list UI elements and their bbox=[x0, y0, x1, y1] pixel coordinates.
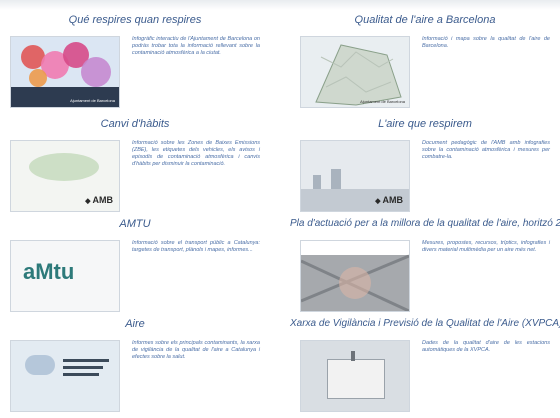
cloud-icon bbox=[25, 355, 55, 375]
ajuntament-logo: Ajuntament de Barcelona bbox=[360, 99, 405, 104]
amtu-thumbnail[interactable]: aMtu bbox=[10, 240, 120, 312]
street-map-icon bbox=[301, 241, 409, 311]
pollution-bubble-icon bbox=[81, 57, 111, 87]
text-line bbox=[63, 373, 99, 376]
antenna bbox=[351, 351, 355, 361]
barcelona-map-icon bbox=[315, 44, 402, 106]
habits-thumbnail[interactable]: AMB bbox=[10, 140, 120, 212]
card-description: Informació i mapa sobre la qualitat de l… bbox=[422, 36, 550, 49]
xvpca-thumbnail[interactable] bbox=[300, 340, 410, 412]
infographic-thumbnail[interactable]: Ajuntament de Barcelona bbox=[10, 36, 120, 108]
building bbox=[331, 169, 341, 189]
ajuntament-logo: Ajuntament de Barcelona bbox=[70, 98, 115, 103]
card-title[interactable]: L'aire que respirem bbox=[290, 118, 560, 130]
pollution-bubble-icon bbox=[29, 69, 47, 87]
city-silhouette bbox=[11, 87, 119, 107]
building bbox=[313, 175, 321, 189]
monitoring-station-icon bbox=[327, 359, 385, 399]
card-title[interactable]: AMTU bbox=[0, 218, 270, 230]
card-description: Informació sobre les Zones de Baixes Emi… bbox=[132, 140, 260, 167]
aire-respirem-thumbnail[interactable]: AMB bbox=[300, 140, 410, 212]
card-description: Informes sobre els principals contaminan… bbox=[132, 340, 260, 360]
text-line bbox=[63, 366, 103, 369]
resource-card-canvi-habits[interactable]: Canvi d'hàbits AMB Informació sobre les … bbox=[0, 118, 270, 218]
card-description: Document pedagògic de l'AMB amb infograf… bbox=[422, 140, 550, 160]
amtu-logo: aMtu bbox=[23, 259, 75, 284]
card-description: Mesures, propostes, recursos, tríptics, … bbox=[422, 240, 550, 253]
card-title[interactable]: Qualitat de l'aire a Barcelona bbox=[290, 14, 560, 26]
resource-card-aire[interactable]: Aire Informes sobre els principals conta… bbox=[0, 318, 270, 418]
aire-thumbnail[interactable] bbox=[10, 340, 120, 412]
resource-card-pla-actuacio[interactable]: Pla d'actuació per a la millora de la qu… bbox=[290, 218, 560, 318]
card-title[interactable]: Xarxa de Vigilància i Previsió de la Qua… bbox=[290, 318, 560, 329]
zone-shape bbox=[29, 153, 99, 181]
amb-logo: AMB bbox=[85, 195, 114, 205]
card-title[interactable]: Pla d'actuació per a la millora de la qu… bbox=[290, 218, 560, 229]
pla-actuacio-thumbnail[interactable] bbox=[300, 240, 410, 312]
text-line bbox=[63, 359, 109, 362]
resource-grid: Qué respires quan respires Ajuntament de… bbox=[0, 0, 560, 415]
resource-card-que-respires[interactable]: Qué respires quan respires Ajuntament de… bbox=[0, 14, 270, 114]
amb-logo: AMB bbox=[375, 195, 404, 205]
resource-card-xvpca[interactable]: Xarxa de Vigilància i Previsió de la Qua… bbox=[290, 318, 560, 418]
resource-card-amtu[interactable]: AMTU aMtu Informació sobre el transport … bbox=[0, 218, 270, 318]
card-title[interactable]: Qué respires quan respires bbox=[0, 14, 270, 26]
card-description: Dades de la qualitat d'aire de les estac… bbox=[422, 340, 550, 353]
card-title[interactable]: Aire bbox=[0, 318, 270, 330]
map-thumbnail[interactable]: Ajuntament de Barcelona bbox=[300, 36, 410, 108]
card-description: Infogràfic interactiu de l'Ajuntament de… bbox=[132, 36, 260, 56]
card-description: Informació sobre el transport públic a C… bbox=[132, 240, 260, 253]
resource-card-qualitat-barcelona[interactable]: Qualitat de l'aire a Barcelona Ajuntamen… bbox=[290, 14, 560, 114]
card-title[interactable]: Canvi d'hàbits bbox=[0, 118, 270, 130]
resource-card-aire-que-respirem[interactable]: L'aire que respirem AMB Document pedagòg… bbox=[290, 118, 560, 218]
